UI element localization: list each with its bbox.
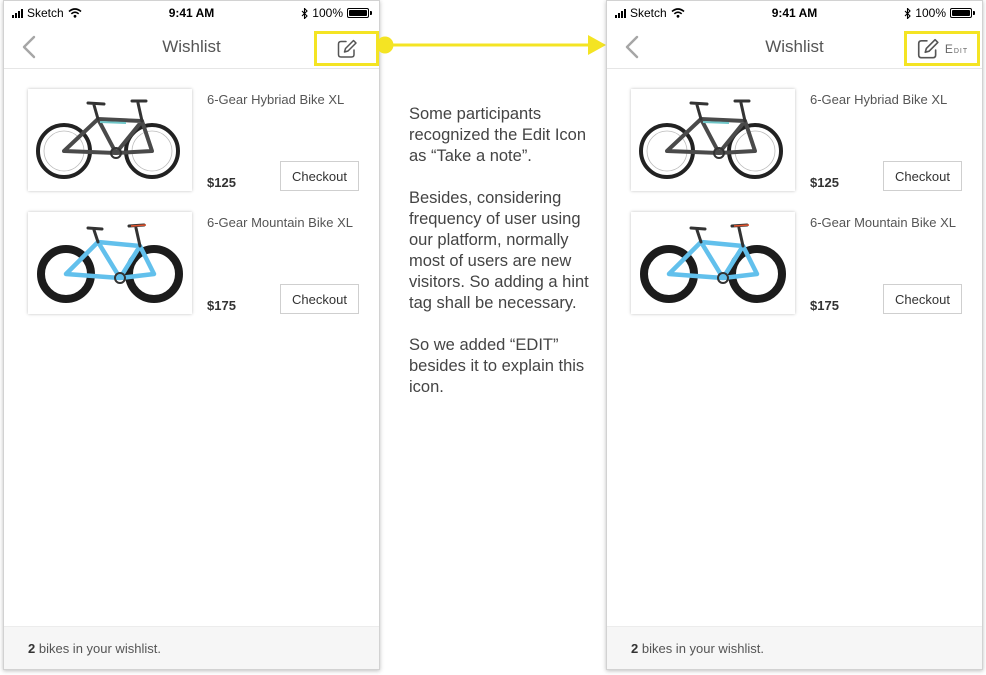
edit-button[interactable]: Edit: [904, 31, 980, 66]
list-item: 6-Gear Hybriad Bike XL $125 Checkout: [28, 89, 359, 191]
hybrid-bike-image[interactable]: [28, 89, 192, 191]
arrow-annotation: [376, 35, 606, 55]
checkout-button[interactable]: Checkout: [280, 284, 359, 314]
list-item: 6-Gear Hybriad Bike XL $125 Checkout: [631, 89, 962, 191]
checkout-button[interactable]: Checkout: [280, 161, 359, 191]
wishlist-count-text: bikes in your wishlist.: [35, 641, 161, 656]
mountain-bike-image[interactable]: [631, 212, 795, 314]
note-paragraph: Besides, considering frequency of user u…: [409, 189, 589, 312]
battery-percent: 100%: [312, 6, 343, 20]
note-paragraph: So we added “EDIT” besides it to explain…: [409, 336, 585, 396]
battery-percent: 100%: [915, 6, 946, 20]
hybrid-bike-image[interactable]: [631, 89, 795, 191]
checkout-button[interactable]: Checkout: [883, 284, 962, 314]
item-price: $125: [810, 175, 839, 190]
status-bar: Sketch 9:41 AM 100%: [607, 1, 982, 25]
item-name: 6-Gear Hybriad Bike XL: [207, 92, 345, 107]
item-price: $175: [207, 298, 236, 313]
list-item: 6-Gear Mountain Bike XL $175 Checkout: [28, 212, 359, 314]
item-name: 6-Gear Hybriad Bike XL: [810, 92, 948, 107]
navigation-bar: Wishlist: [4, 25, 379, 69]
annotation-note: Some participants recognized the Edit Ic…: [409, 104, 594, 419]
wishlist-screen-after: Sketch 9:41 AM 100% Wishlist Edit 6-Gear…: [606, 0, 983, 670]
item-name: 6-Gear Mountain Bike XL: [810, 215, 956, 230]
status-bar: Sketch 9:41 AM 100%: [4, 1, 379, 25]
edit-pencil-icon: [917, 38, 939, 59]
checkout-button[interactable]: Checkout: [883, 161, 962, 191]
wishlist-count-text: bikes in your wishlist.: [638, 641, 764, 656]
item-price: $125: [207, 175, 236, 190]
bluetooth-icon: [904, 7, 912, 19]
wishlist-footer: 2 bikes in your wishlist.: [4, 626, 379, 669]
item-price: $175: [810, 298, 839, 313]
mountain-bike-image[interactable]: [28, 212, 192, 314]
bluetooth-icon: [301, 7, 309, 19]
wishlist-screen-before: Sketch 9:41 AM 100% Wishlist 6-Gear Hybr…: [3, 0, 380, 670]
battery-icon: [950, 8, 975, 18]
battery-icon: [347, 8, 372, 18]
item-name: 6-Gear Mountain Bike XL: [207, 215, 353, 230]
edit-pencil-icon: [337, 39, 357, 58]
note-paragraph: Some participants recognized the Edit Ic…: [409, 105, 587, 165]
wishlist-footer: 2 bikes in your wishlist.: [607, 626, 982, 669]
edit-label: Edit: [944, 41, 969, 56]
navigation-bar: Wishlist Edit: [607, 25, 982, 69]
list-item: 6-Gear Mountain Bike XL $175 Checkout: [631, 212, 962, 314]
